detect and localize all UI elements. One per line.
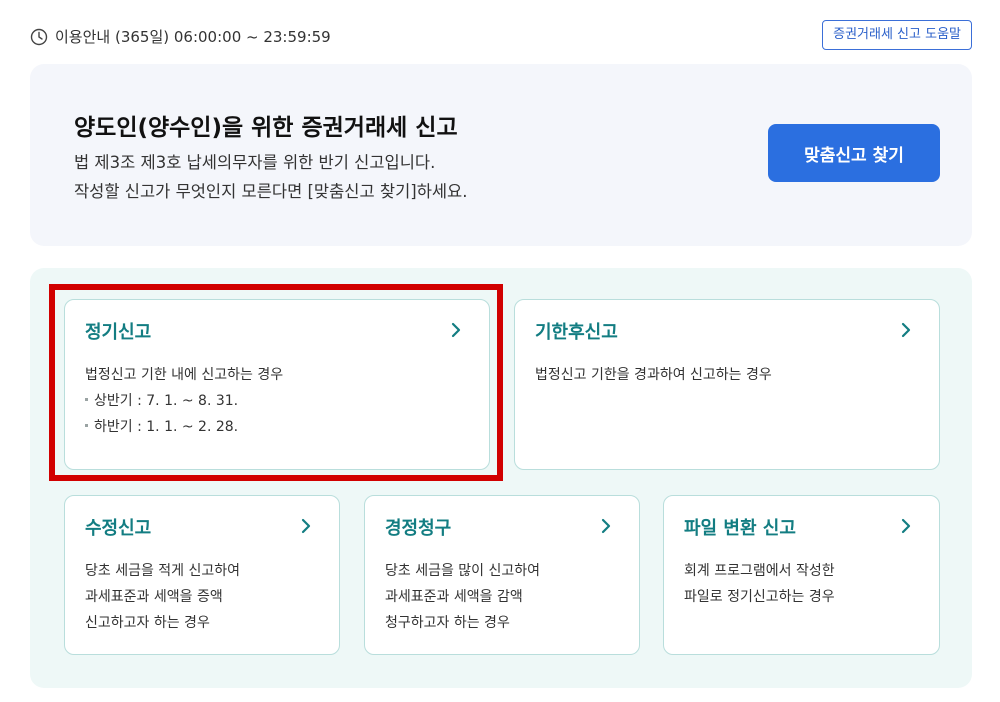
chevron-right-icon xyxy=(601,518,611,534)
page-title: 양도인(양수인)을 위한 증권거래세 신고 xyxy=(74,115,458,141)
chevron-right-icon xyxy=(451,322,461,338)
chevron-right-icon xyxy=(301,518,311,534)
card-title: 파일 변환 신고 xyxy=(684,518,796,539)
card-description: 회계 프로그램에서 작성한 파일로 정기신고하는 경우 xyxy=(684,558,835,610)
card-desc-line: 청구하고자 하는 경우 xyxy=(385,615,510,631)
chevron-right-icon xyxy=(901,322,911,338)
card-file-conversion-report[interactable]: 파일 변환 신고 회계 프로그램에서 작성한 파일로 정기신고하는 경우 xyxy=(663,495,940,655)
card-regular-report[interactable]: 정기신고 법정신고 기한 내에 신고하는 경우 상반기 : 7. 1. ~ 8.… xyxy=(64,299,490,470)
card-title: 수정신고 xyxy=(85,518,152,539)
intro-desc-line: 법 제3조 제3호 납세의무자를 위한 반기 신고입니다. xyxy=(74,153,436,172)
card-desc-bullet: 하반기 : 1. 1. ~ 2. 28. xyxy=(85,414,283,440)
card-correction-claim[interactable]: 경정청구 당초 세금을 많이 신고하여 과세표준과 세액을 감액 청구하고자 하… xyxy=(364,495,640,655)
card-title: 기한후신고 xyxy=(535,322,618,343)
card-desc-line: 과세표준과 세액을 감액 xyxy=(385,589,523,605)
card-desc-line: 당초 세금을 적게 신고하여 xyxy=(85,563,241,579)
card-desc-bullet: 상반기 : 7. 1. ~ 8. 31. xyxy=(85,388,283,414)
intro-section: 양도인(양수인)을 위한 증권거래세 신고 법 제3조 제3호 납세의무자를 위… xyxy=(30,64,972,246)
card-desc-line: 파일로 정기신고하는 경우 xyxy=(684,589,835,605)
report-type-panel: 정기신고 법정신고 기한 내에 신고하는 경우 상반기 : 7. 1. ~ 8.… xyxy=(30,268,972,688)
clock-icon xyxy=(30,28,48,45)
intro-description: 법 제3조 제3호 납세의무자를 위한 반기 신고입니다. 작성할 신고가 무엇… xyxy=(74,148,467,206)
intro-desc-line: 작성할 신고가 무엇인지 모른다면 [맞춤신고 찾기]하세요. xyxy=(74,182,468,201)
card-late-report[interactable]: 기한후신고 법정신고 기한을 경과하여 신고하는 경우 xyxy=(514,299,940,470)
card-title: 경정청구 xyxy=(385,518,452,539)
card-description: 당초 세금을 많이 신고하여 과세표준과 세액을 감액 청구하고자 하는 경우 xyxy=(385,558,540,636)
chevron-right-icon xyxy=(901,518,911,534)
find-custom-report-button[interactable]: 맞춤신고 찾기 xyxy=(768,124,940,182)
card-description: 법정신고 기한 내에 신고하는 경우 상반기 : 7. 1. ~ 8. 31. … xyxy=(85,362,283,440)
service-hours-text: 이용안내 (365일) 06:00:00 ~ 23:59:59 xyxy=(55,28,331,46)
card-desc-line: 과세표준과 세액을 증액 xyxy=(85,589,223,605)
card-desc-line: 당초 세금을 많이 신고하여 xyxy=(385,563,541,579)
card-desc-line: 법정신고 기한을 경과하여 신고하는 경우 xyxy=(535,367,772,383)
card-title: 정기신고 xyxy=(85,322,152,343)
card-desc-line: 신고하고자 하는 경우 xyxy=(85,615,210,631)
card-description: 당초 세금을 적게 신고하여 과세표준과 세액을 증액 신고하고자 하는 경우 xyxy=(85,558,240,636)
top-bar: 이용안내 (365일) 06:00:00 ~ 23:59:59 증권거래세 신고… xyxy=(30,20,972,52)
card-description: 법정신고 기한을 경과하여 신고하는 경우 xyxy=(535,362,772,388)
card-desc-line: 회계 프로그램에서 작성한 xyxy=(684,563,835,579)
card-desc-line: 법정신고 기한 내에 신고하는 경우 xyxy=(85,367,284,383)
card-amended-report[interactable]: 수정신고 당초 세금을 적게 신고하여 과세표준과 세액을 증액 신고하고자 하… xyxy=(64,495,340,655)
service-hours: 이용안내 (365일) 06:00:00 ~ 23:59:59 xyxy=(30,26,331,47)
help-button[interactable]: 증권거래세 신고 도움말 xyxy=(822,20,972,50)
